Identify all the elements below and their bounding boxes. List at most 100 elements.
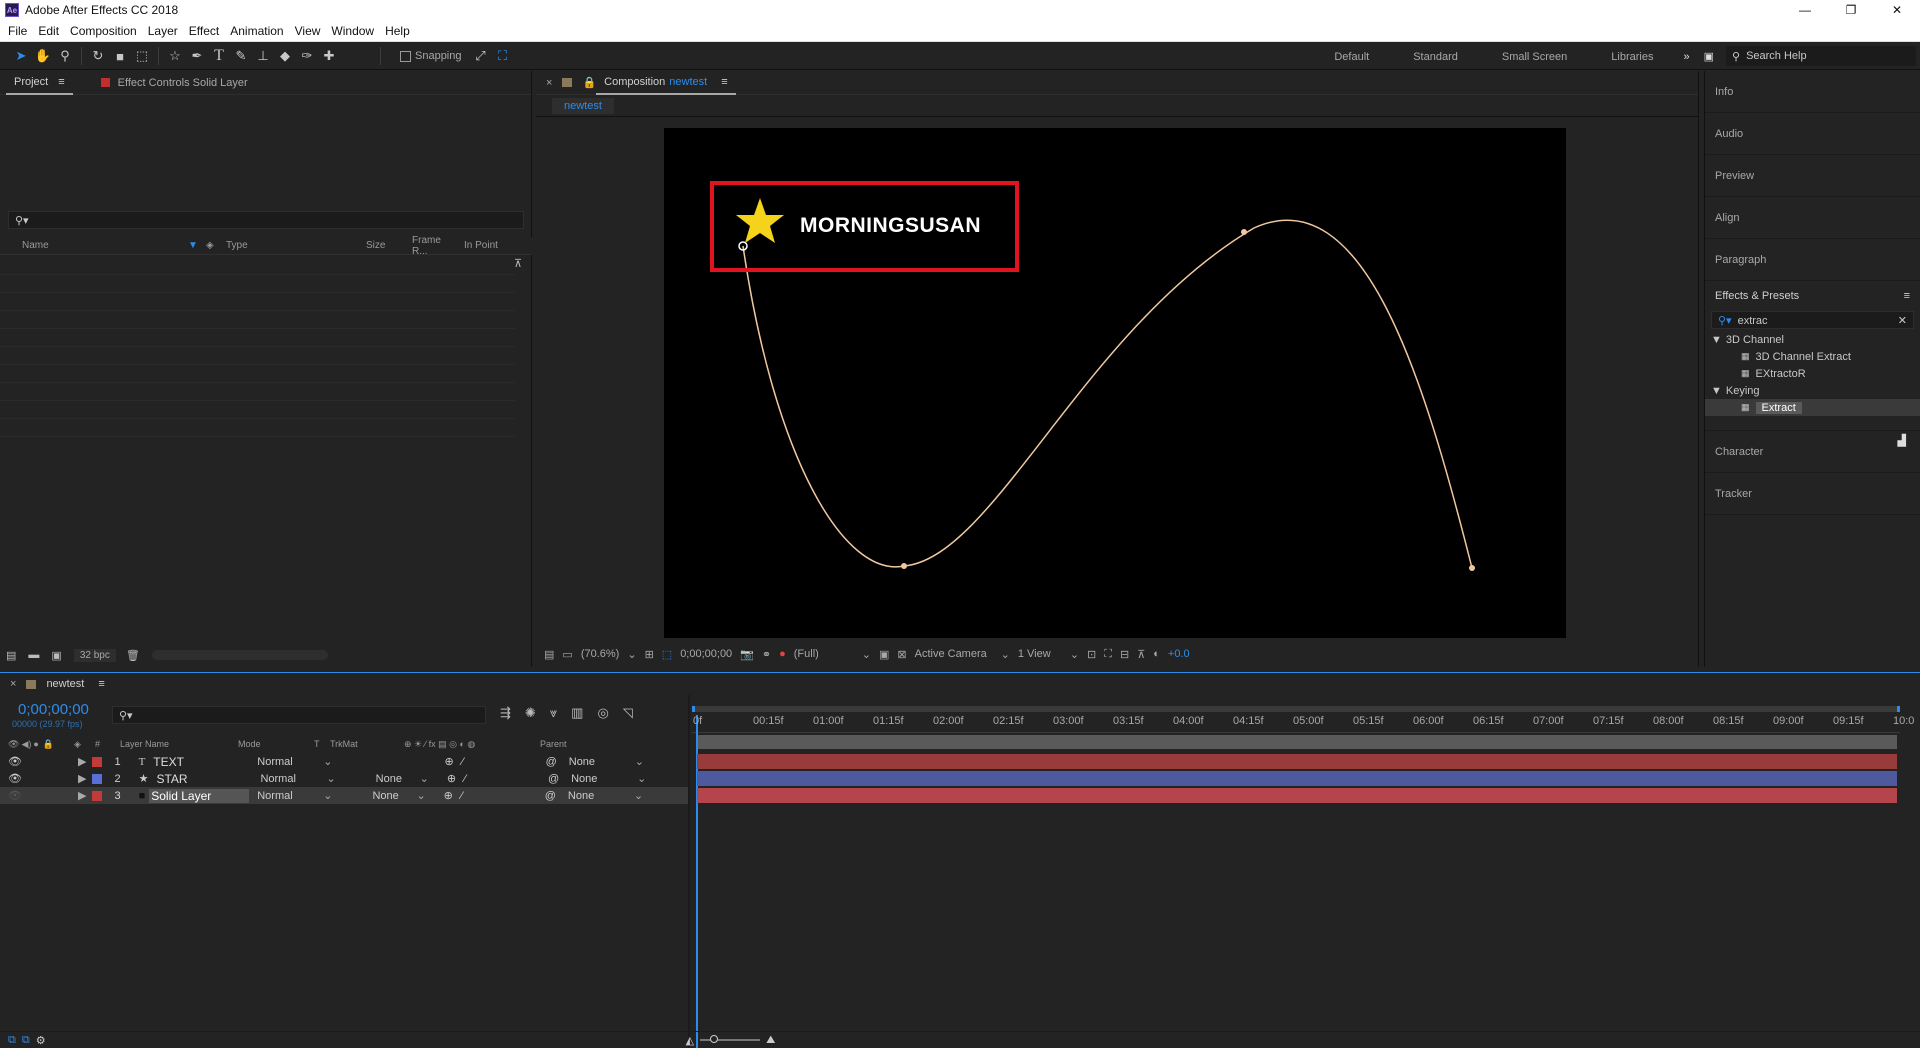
always-preview-icon[interactable]: ▤: [544, 648, 554, 661]
zoom-in-icon[interactable]: ⛰: [766, 1034, 775, 1047]
zoom-tool-icon[interactable]: ⚲: [54, 46, 76, 66]
pickwhip-icon[interactable]: @: [545, 790, 556, 802]
layer-row[interactable]: 👁 ▶ 3 ■ Solid Layer Normal ⌄ None ⌄ ⊕ ⁄ …: [0, 787, 688, 804]
column-t[interactable]: T: [314, 739, 330, 749]
chevron-down-icon[interactable]: ▼: [1711, 385, 1722, 397]
menu-layer[interactable]: Layer: [148, 24, 178, 38]
sort-arrow-icon[interactable]: ▼: [182, 240, 200, 251]
zoom-slider[interactable]: [700, 1035, 761, 1043]
close-tab-icon[interactable]: ×: [546, 77, 552, 89]
layer-name[interactable]: Solid Layer: [149, 788, 250, 803]
column-mode[interactable]: Mode: [238, 739, 314, 749]
tree-folder-3d-channel[interactable]: ▼ 3D Channel: [1705, 331, 1920, 348]
comp-subtab-newtest[interactable]: newtest: [552, 97, 614, 114]
menu-edit[interactable]: Edit: [38, 24, 59, 38]
maximize-button[interactable]: ❐: [1828, 0, 1874, 20]
layer-name[interactable]: TEXT: [153, 755, 253, 769]
menu-composition[interactable]: Composition: [70, 24, 137, 38]
minimize-button[interactable]: —: [1782, 0, 1828, 20]
flowchart-icon[interactable]: ⊼: [514, 257, 522, 270]
mask-visibility-icon[interactable]: ⬚: [662, 648, 672, 661]
puppet-pin-tool-icon[interactable]: ✚: [318, 46, 340, 66]
workspace-overflow-icon[interactable]: »: [1683, 51, 1689, 63]
timeline-link-icon[interactable]: ⊟: [1120, 648, 1129, 661]
layer-mode-dropdown[interactable]: Normal: [257, 790, 323, 802]
workspace-default[interactable]: Default: [1334, 51, 1369, 63]
menu-file[interactable]: File: [8, 24, 27, 38]
chevron-down-icon[interactable]: ⌄: [323, 755, 332, 768]
camera-view-dropdown[interactable]: Active Camera: [915, 648, 993, 660]
zoom-out-icon[interactable]: ◭: [686, 1034, 694, 1047]
selection-tool-icon[interactable]: ➤: [10, 46, 32, 66]
column-type[interactable]: Type: [220, 240, 360, 251]
collapse-transform-icon[interactable]: ⊕: [447, 772, 456, 785]
panel-align[interactable]: Align: [1705, 197, 1920, 239]
motion-path-keyframe[interactable]: [901, 563, 907, 569]
fast-previews-icon[interactable]: ⛶: [1104, 648, 1112, 661]
grid-overlay-icon[interactable]: ⊞: [645, 648, 654, 661]
time-navigator[interactable]: [692, 706, 1900, 712]
pen-tool-icon[interactable]: ✒: [186, 46, 208, 66]
tree-effect-3d-channel-extract[interactable]: ▦ 3D Channel Extract: [1705, 348, 1920, 365]
tab-composition[interactable]: Composition newtest ≡: [596, 71, 736, 95]
menu-help[interactable]: Help: [385, 24, 410, 38]
chevron-down-icon[interactable]: ⌄: [1001, 648, 1010, 661]
close-button[interactable]: ✕: [1874, 0, 1920, 20]
star-shape[interactable]: [736, 198, 784, 243]
panel-menu-icon[interactable]: ≡: [98, 678, 104, 690]
camera-tool-icon[interactable]: ■: [109, 46, 131, 66]
chevron-down-icon[interactable]: ⌄: [637, 772, 646, 785]
flowchart-icon[interactable]: ⊼: [1137, 648, 1145, 661]
panel-menu-icon[interactable]: ≡: [58, 76, 64, 88]
layer-parent-dropdown[interactable]: None: [569, 756, 635, 768]
tab-project[interactable]: Project ≡: [6, 71, 73, 95]
snap-feature-icon[interactable]: ⛶: [492, 46, 514, 66]
resolution-dropdown[interactable]: (Full): [794, 648, 854, 660]
quality-icon[interactable]: ⁄: [462, 756, 464, 768]
chevron-down-icon[interactable]: ⌄: [862, 648, 871, 661]
toggle-pixel-aspect-icon[interactable]: ⊡: [1087, 648, 1096, 661]
delete-icon[interactable]: 🗑: [126, 649, 140, 662]
current-time-display[interactable]: 0;00;00;00: [680, 648, 732, 660]
column-layer-name[interactable]: Layer Name: [120, 739, 238, 749]
chevron-down-icon[interactable]: ⌄: [326, 772, 335, 785]
visibility-eye-icon[interactable]: 👁: [8, 772, 22, 785]
search-help-field[interactable]: ⚲ Search Help: [1726, 46, 1916, 66]
layer-trkmat-dropdown[interactable]: None: [372, 790, 416, 802]
column-frame-rate[interactable]: Frame R...: [406, 235, 458, 257]
hand-tool-icon[interactable]: ✋: [32, 46, 54, 66]
chevron-down-icon[interactable]: ⌄: [634, 789, 643, 802]
pickwhip-icon[interactable]: @: [548, 773, 559, 785]
quality-icon[interactable]: ⁄: [464, 773, 466, 785]
workspace-libraries[interactable]: Libraries: [1611, 51, 1653, 63]
layer-label-color[interactable]: [92, 773, 103, 784]
column-number[interactable]: #: [95, 739, 100, 749]
motion-path[interactable]: [742, 219, 1473, 569]
exposure-value[interactable]: +0.0: [1168, 648, 1190, 660]
clone-stamp-tool-icon[interactable]: ⊥: [252, 46, 274, 66]
effects-search-input[interactable]: ⚲▾ extrac ✕: [1711, 311, 1914, 329]
reset-exposure-icon[interactable]: ◐: [1153, 648, 1160, 660]
layer-bar-star[interactable]: [697, 771, 1897, 786]
layer-row[interactable]: 👁 ▶ 1 T TEXT Normal ⌄ ⊕ ⁄ @ None ⌄: [0, 753, 688, 770]
collapse-transform-icon[interactable]: ⊕: [445, 755, 454, 768]
label-tag-icon[interactable]: ◈: [200, 240, 220, 251]
tree-folder-keying[interactable]: ▼ Keying: [1705, 382, 1920, 399]
layer-name[interactable]: STAR: [156, 772, 256, 786]
expand-arrow-icon[interactable]: ▶: [78, 755, 86, 768]
motion-path-keyframe[interactable]: [1241, 229, 1247, 235]
chevron-down-icon[interactable]: ⌄: [323, 789, 332, 802]
zoom-slider-thumb[interactable]: [710, 1035, 719, 1043]
overlay-text-layer[interactable]: MORNINGSUSAN: [800, 214, 981, 238]
menu-window[interactable]: Window: [331, 24, 374, 38]
brush-tool-icon[interactable]: ✎: [230, 46, 252, 66]
region-of-interest-icon[interactable]: ▣: [879, 648, 889, 661]
workspace-standard[interactable]: Standard: [1413, 51, 1458, 63]
panel-paragraph[interactable]: Paragraph: [1705, 239, 1920, 281]
quality-icon[interactable]: ⁄: [461, 790, 463, 802]
snapping-toggle[interactable]: Snapping: [400, 50, 462, 62]
star-shape-tool-icon[interactable]: ☆: [164, 46, 186, 66]
chevron-down-icon[interactable]: ⌄: [1070, 648, 1079, 661]
menu-effect[interactable]: Effect: [189, 24, 219, 38]
close-tab-icon[interactable]: ×: [10, 678, 16, 690]
